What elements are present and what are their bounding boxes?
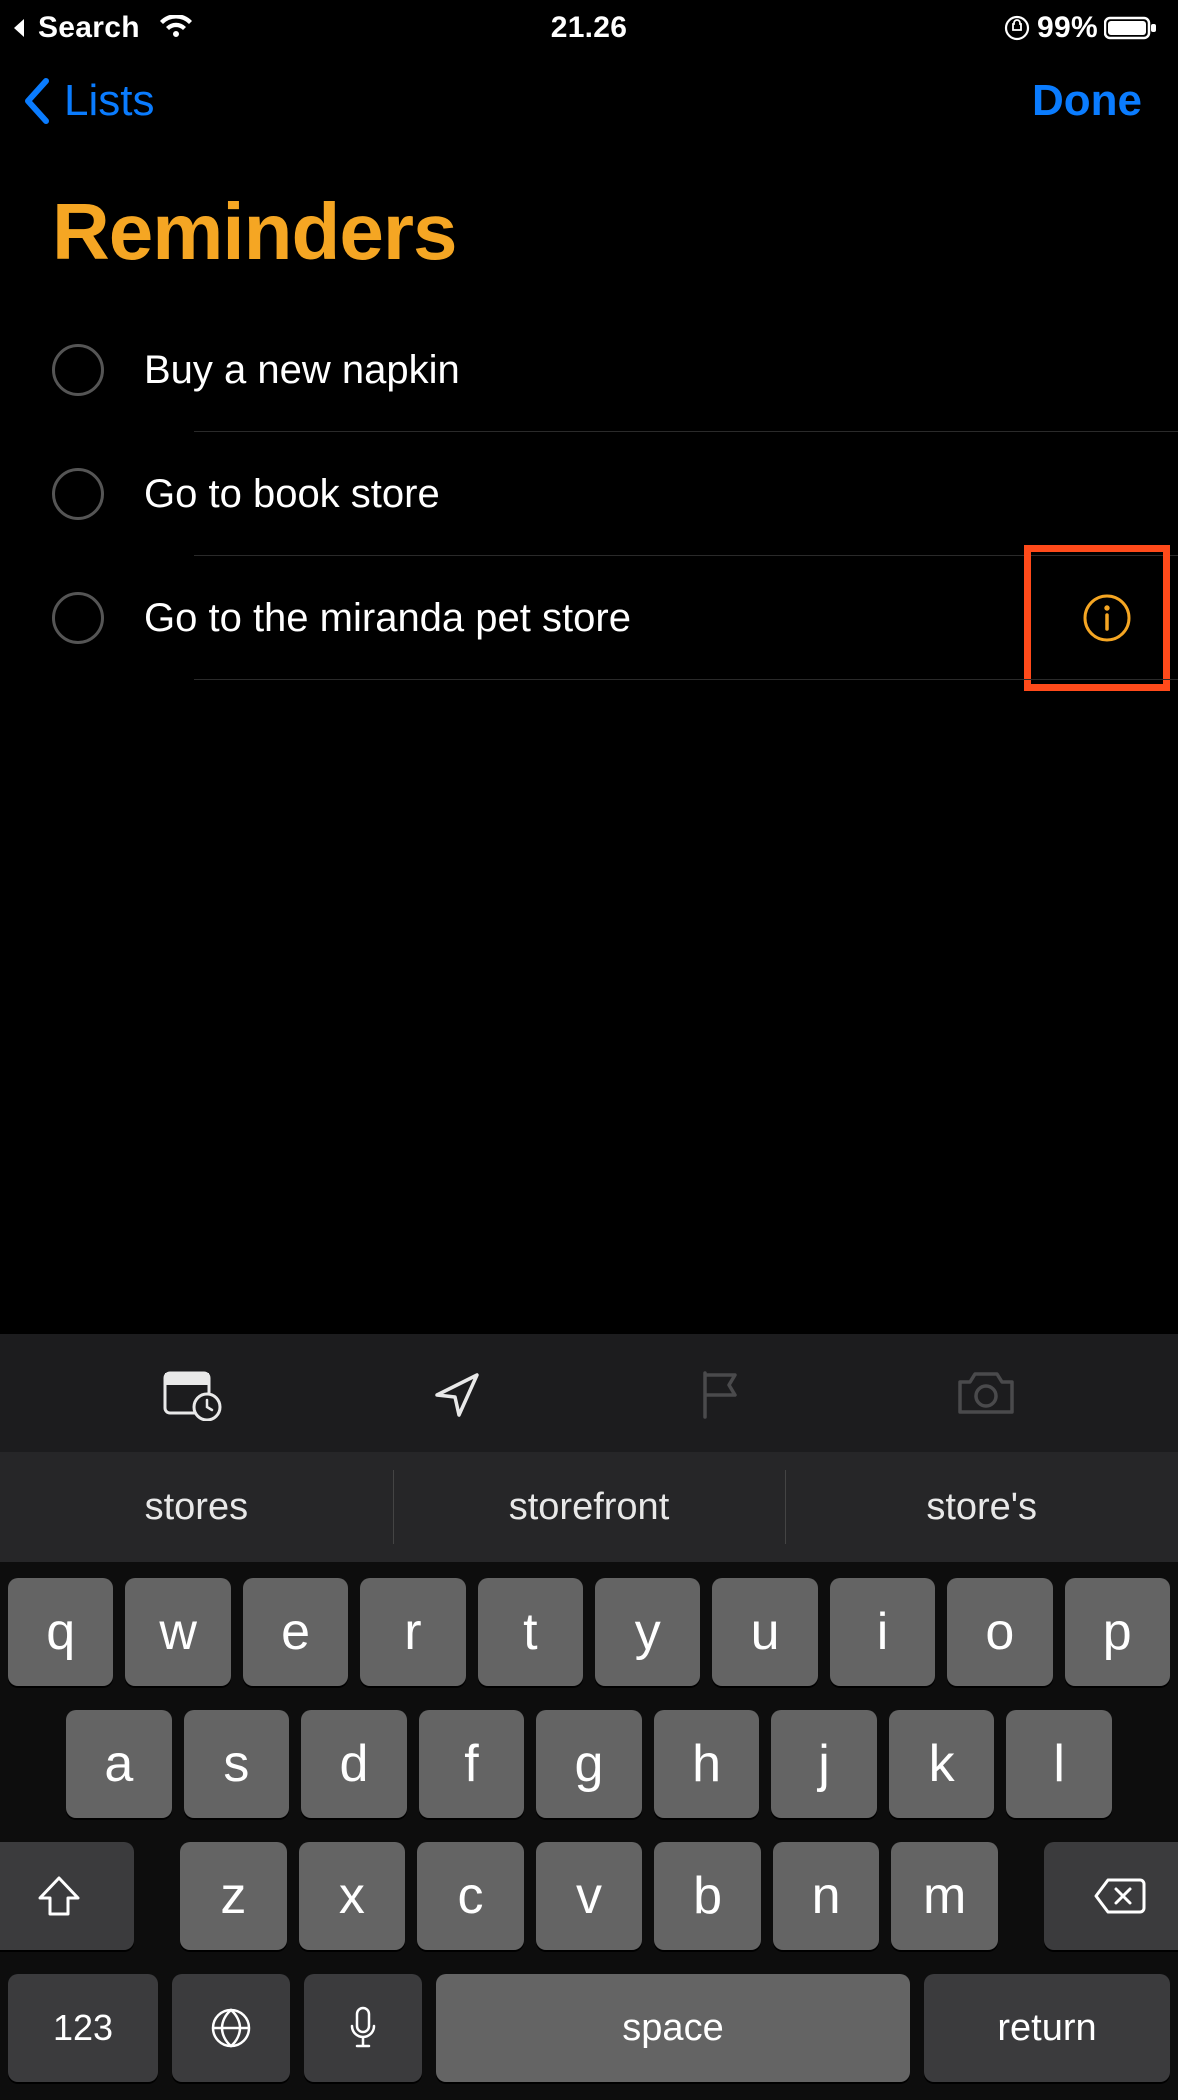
key-t[interactable]: t — [478, 1578, 583, 1686]
key-b[interactable]: b — [654, 1842, 761, 1950]
reminder-row[interactable]: Go to book store — [52, 432, 1178, 556]
key-i[interactable]: i — [830, 1578, 935, 1686]
battery-icon — [1104, 15, 1158, 41]
suggestion-1[interactable]: stores — [0, 1452, 393, 1562]
key-p[interactable]: p — [1065, 1578, 1170, 1686]
key-return[interactable]: return — [924, 1974, 1170, 2082]
reminder-text[interactable]: Buy a new napkin — [144, 348, 1178, 393]
battery-percent: 99% — [1037, 11, 1098, 45]
key-space[interactable]: space — [436, 1974, 910, 2082]
key-z[interactable]: z — [180, 1842, 287, 1950]
keyboard-suggestions: stores storefront store's — [0, 1452, 1178, 1562]
status-left[interactable]: Search — [10, 11, 194, 45]
key-x[interactable]: x — [299, 1842, 406, 1950]
key-shift[interactable] — [0, 1842, 134, 1950]
wifi-icon — [158, 15, 194, 41]
key-numbers[interactable]: 123 — [8, 1974, 158, 2082]
back-label: Lists — [64, 76, 154, 126]
mic-icon — [346, 2004, 380, 2052]
key-backspace[interactable] — [1044, 1842, 1178, 1950]
key-dictation[interactable] — [304, 1974, 422, 2082]
status-bar: Search 21.26 99% — [0, 0, 1178, 56]
orientation-lock-icon — [1003, 14, 1031, 42]
key-d[interactable]: d — [301, 1710, 407, 1818]
back-to-app-label: Search — [38, 11, 140, 45]
key-r[interactable]: r — [360, 1578, 465, 1686]
back-to-app-icon — [10, 17, 28, 39]
key-e[interactable]: e — [243, 1578, 348, 1686]
reminder-text[interactable]: Go to book store — [144, 472, 1178, 517]
reminder-checkbox[interactable] — [52, 592, 104, 644]
reminder-checkbox[interactable] — [52, 468, 104, 520]
globe-icon — [209, 2006, 253, 2050]
done-button[interactable]: Done — [1032, 76, 1142, 126]
key-o[interactable]: o — [947, 1578, 1052, 1686]
reminder-checkbox[interactable] — [52, 344, 104, 396]
key-j[interactable]: j — [771, 1710, 877, 1818]
reminder-list: Buy a new napkin Go to book store Go to th… — [0, 308, 1178, 680]
key-g[interactable]: g — [536, 1710, 642, 1818]
row-divider — [194, 679, 1178, 680]
calendar-clock-icon[interactable] — [157, 1358, 227, 1428]
key-w[interactable]: w — [125, 1578, 230, 1686]
key-n[interactable]: n — [773, 1842, 880, 1950]
back-button[interactable]: Lists — [20, 76, 154, 126]
suggestion-2[interactable]: storefront — [393, 1452, 786, 1562]
page-title-wrap: Reminders — [0, 146, 1178, 308]
key-c[interactable]: c — [417, 1842, 524, 1950]
keyboard-accessory-bar — [0, 1334, 1178, 1452]
key-u[interactable]: u — [712, 1578, 817, 1686]
key-a[interactable]: a — [66, 1710, 172, 1818]
location-arrow-icon[interactable] — [422, 1358, 492, 1428]
reminder-row[interactable]: Buy a new napkin — [52, 308, 1178, 432]
chevron-left-icon — [20, 77, 54, 125]
reminder-text[interactable]: Go to the miranda pet store — [144, 596, 1072, 641]
key-q[interactable]: q — [8, 1578, 113, 1686]
reminder-row[interactable]: Go to the miranda pet store — [52, 556, 1178, 680]
nav-bar: Lists Done — [0, 56, 1178, 146]
key-v[interactable]: v — [536, 1842, 643, 1950]
backspace-icon — [1092, 1876, 1146, 1916]
keyboard: qwertyuiop asdfghjkl zxcvbnm 123 space r… — [0, 1562, 1178, 2100]
camera-icon[interactable] — [951, 1358, 1021, 1428]
key-h[interactable]: h — [654, 1710, 760, 1818]
key-k[interactable]: k — [889, 1710, 995, 1818]
page-title: Reminders — [52, 186, 1178, 278]
key-m[interactable]: m — [891, 1842, 998, 1950]
key-y[interactable]: y — [595, 1578, 700, 1686]
suggestion-3[interactable]: store's — [785, 1452, 1178, 1562]
key-s[interactable]: s — [184, 1710, 290, 1818]
shift-icon — [36, 1874, 82, 1918]
key-f[interactable]: f — [419, 1710, 525, 1818]
flag-icon[interactable] — [686, 1358, 756, 1428]
key-globe[interactable] — [172, 1974, 290, 2082]
annotation-highlight-box — [1024, 545, 1170, 691]
key-l[interactable]: l — [1006, 1710, 1112, 1818]
